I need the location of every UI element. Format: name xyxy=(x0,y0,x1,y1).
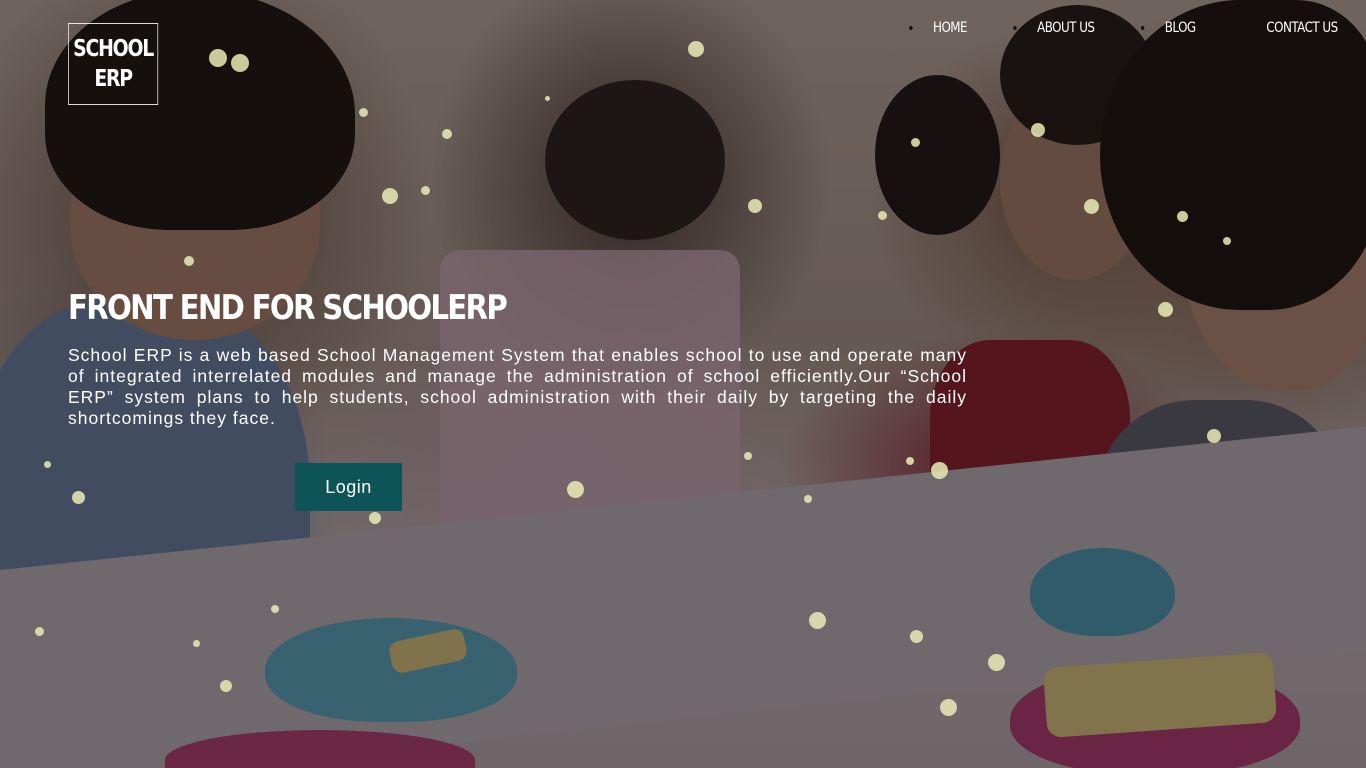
hero-title: FRONT END FOR SCHOOLERP xyxy=(68,288,508,328)
particle xyxy=(231,54,249,72)
particle xyxy=(910,630,923,643)
particle xyxy=(1223,237,1231,245)
particle xyxy=(442,129,452,139)
particle xyxy=(688,41,704,57)
particle xyxy=(988,654,1005,671)
particle xyxy=(1158,302,1173,317)
login-button[interactable]: Login xyxy=(295,463,402,511)
particle xyxy=(209,49,227,67)
particle xyxy=(382,188,398,204)
particle xyxy=(271,605,279,613)
school-erp-logo[interactable]: SCHOOL ERP xyxy=(68,23,159,105)
particle xyxy=(35,627,44,636)
particle xyxy=(184,256,194,266)
particle xyxy=(1031,123,1045,137)
particle xyxy=(545,96,550,101)
particle xyxy=(906,457,914,465)
particle xyxy=(940,699,957,716)
particle xyxy=(193,640,200,647)
hero-description: School ERP is a web based School Managem… xyxy=(68,345,967,428)
logo-line-2: ERP xyxy=(94,66,133,92)
particle xyxy=(931,462,948,479)
particle xyxy=(359,108,368,117)
hero-section: SCHOOL ERP HOME ABOUT US BLOG CONTACT US… xyxy=(0,0,1366,768)
particle xyxy=(44,461,51,468)
particle xyxy=(567,481,584,498)
particle xyxy=(72,491,85,504)
main-navigation: HOME ABOUT US BLOG CONTACT US xyxy=(909,18,1344,38)
particle xyxy=(1084,199,1099,214)
particle xyxy=(369,512,381,524)
particle xyxy=(809,612,826,629)
particle xyxy=(1177,211,1188,222)
particle xyxy=(421,186,430,195)
nav-item-contact-us[interactable]: CONTACT US xyxy=(1242,18,1338,38)
particle xyxy=(804,495,812,503)
nav-item-blog[interactable]: BLOG xyxy=(1140,18,1196,38)
logo-line-1: SCHOOL xyxy=(73,36,154,62)
nav-item-about-us[interactable]: ABOUT US xyxy=(1013,18,1095,38)
particle xyxy=(744,452,752,460)
nav-item-home[interactable]: HOME xyxy=(909,18,968,38)
particle xyxy=(748,199,762,213)
particle xyxy=(878,211,887,220)
particle xyxy=(220,680,232,692)
particle xyxy=(911,138,920,147)
particle xyxy=(1207,429,1221,443)
